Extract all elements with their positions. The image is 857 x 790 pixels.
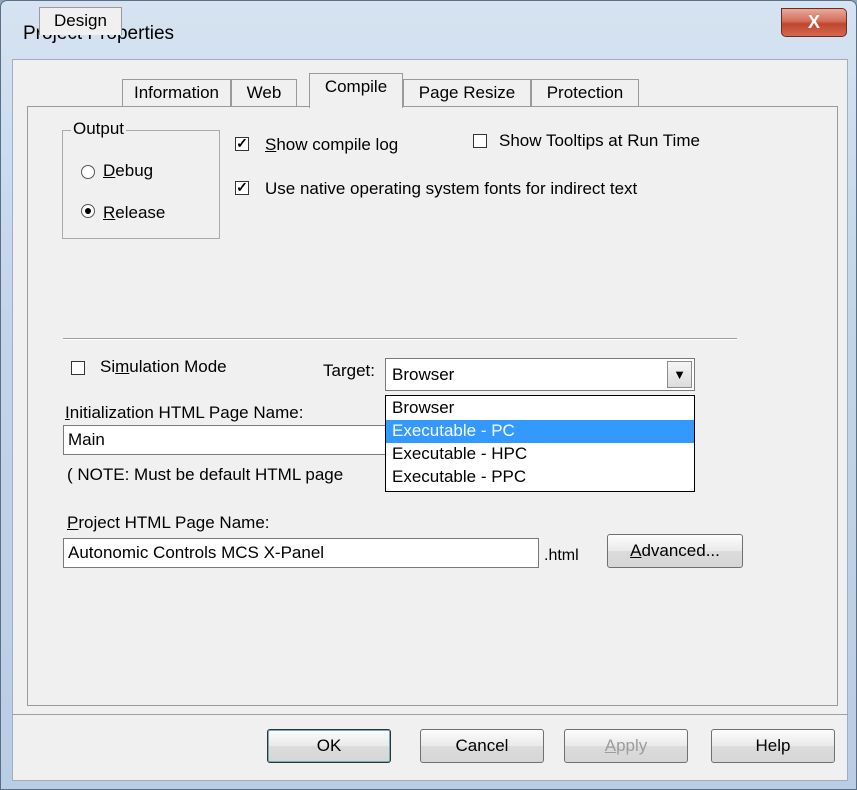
init-label-rest: nitialization HTML Page Name: — [69, 403, 304, 422]
dropdown-arrow-button[interactable]: ▼ — [667, 361, 692, 388]
dropdown-option-executable-pc[interactable]: Executable - PC — [386, 420, 694, 443]
show-compile-log-checkbox[interactable]: ✓ — [235, 136, 249, 151]
chevron-down-icon: ▼ — [673, 367, 686, 382]
native-fonts-checkbox[interactable]: ✓ — [235, 180, 249, 195]
advanced-button[interactable]: Advanced... — [607, 534, 743, 568]
show-tooltips-label[interactable]: Show Tooltips at Run Time — [499, 131, 700, 151]
tab-label: Design — [54, 11, 107, 30]
output-group-label: Output — [71, 119, 127, 139]
apply-button[interactable]: Apply — [564, 729, 688, 763]
simulation-mode-label[interactable]: Simulation Mode — [100, 357, 227, 377]
tab-page-resize[interactable]: Page Resize — [403, 79, 531, 107]
tab-compile[interactable]: Compile — [309, 73, 403, 108]
init-page-input[interactable]: Main — [63, 425, 393, 455]
project-page-label: Project HTML Page Name: — [67, 513, 270, 532]
tab-label: Compile — [324, 77, 388, 96]
cancel-button[interactable]: Cancel — [420, 729, 544, 763]
debug-radio[interactable] — [81, 165, 95, 179]
sim-label-rest: ulation Mode — [129, 357, 227, 376]
ok-button[interactable]: OK — [267, 729, 391, 763]
tab-information[interactable]: Information — [122, 79, 231, 107]
button-bar-divider — [12, 714, 848, 715]
close-button[interactable]: X — [781, 8, 847, 37]
init-page-label: Initialization HTML Page Name: — [65, 403, 304, 422]
show-tooltips-checkbox[interactable] — [473, 134, 487, 148]
sim-label-pre: Si — [100, 357, 116, 376]
target-combo-value: Browser — [392, 365, 455, 384]
dropdown-option-executable-hpc[interactable]: Executable - HPC — [386, 443, 694, 466]
show-compile-log-label[interactable]: Show compile log — [265, 135, 398, 155]
project-page-input[interactable]: Autonomic Controls MCS X-Panel — [63, 538, 539, 568]
tab-label: Web — [246, 83, 282, 102]
target-dropdown-list: Browser Executable - PC Executable - HPC… — [385, 395, 695, 492]
debug-radio-label[interactable]: Debug — [103, 161, 153, 181]
help-button[interactable]: Help — [711, 729, 835, 763]
tab-design[interactable]: Design — [39, 7, 122, 35]
target-combobox[interactable]: Browser ▼ — [385, 358, 695, 391]
native-fonts-label[interactable]: Use native operating system fonts for in… — [265, 179, 637, 199]
debug-label-rest: ebug — [115, 161, 154, 180]
release-radio[interactable] — [81, 204, 95, 218]
dropdown-option-executable-ppc[interactable]: Executable - PPC — [386, 466, 694, 489]
dropdown-option-browser[interactable]: Browser — [386, 397, 694, 420]
tab-protection[interactable]: Protection — [531, 79, 639, 107]
dialog-window: Project Properties X Design Information … — [0, 0, 857, 790]
close-icon: X — [807, 12, 820, 32]
title-bar[interactable]: Project Properties X — [1, 1, 857, 67]
release-label-rest: elease — [115, 203, 166, 222]
target-label: Target: — [323, 361, 375, 380]
simulation-mode-checkbox[interactable] — [71, 361, 85, 375]
tab-label: Protection — [546, 83, 624, 102]
tab-label: Information — [133, 83, 220, 102]
show-compile-log-label-rest: how compile log — [276, 135, 399, 154]
advanced-label-rest: dvanced... — [641, 541, 720, 560]
apply-label-rest: pply — [616, 736, 648, 755]
tab-web[interactable]: Web — [231, 79, 297, 107]
init-page-note: ( NOTE: Must be default HTML page — [67, 465, 344, 484]
html-suffix-label: .html — [544, 547, 579, 564]
project-label-rest: roject HTML Page Name: — [78, 513, 270, 532]
tab-label: Page Resize — [418, 83, 516, 102]
section-divider — [63, 338, 737, 340]
release-radio-label[interactable]: Release — [103, 203, 165, 223]
